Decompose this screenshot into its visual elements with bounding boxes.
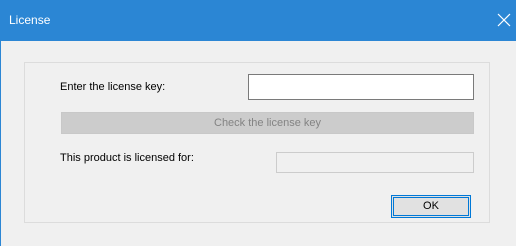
check-license-key-button[interactable]: Check the license key	[61, 112, 474, 134]
license-key-input[interactable]	[248, 74, 474, 100]
title-bar: License	[1, 0, 516, 41]
close-button[interactable]	[493, 0, 516, 41]
license-dialog: License Enter the license key: Check the…	[0, 0, 516, 246]
window-title: License	[9, 13, 51, 27]
close-icon	[497, 13, 511, 27]
licensed-for-field	[276, 152, 474, 173]
ok-button[interactable]: OK	[391, 195, 471, 218]
licensed-for-label: This product is licensed for:	[60, 152, 194, 164]
license-key-label: Enter the license key:	[60, 81, 166, 93]
